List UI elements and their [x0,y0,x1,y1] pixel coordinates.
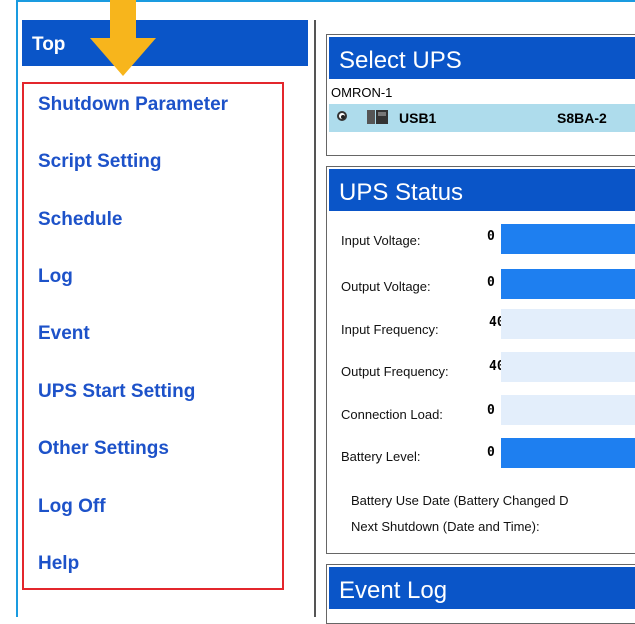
pointer-arrow-icon [90,0,156,76]
status-label-input-voltage: Input Voltage: [341,233,421,248]
ups-device-icon [367,110,388,124]
status-bar-battery-level [501,438,635,468]
status-value-output-voltage: 0 [487,275,495,290]
sidebar-item-log-off[interactable]: Log Off [38,496,106,518]
sidebar-item-script-setting[interactable]: Script Setting [38,151,162,173]
sidebar-item-log[interactable]: Log [38,266,73,288]
sidebar-item-shutdown-parameter[interactable]: Shutdown Parameter [38,94,228,116]
ups-radio-button[interactable] [337,111,347,121]
panel-title: Event Log [329,567,635,609]
ups-list-item[interactable]: USB1 S8BA-2 [329,104,635,132]
sidebar-menu: Shutdown Parameter Script Setting Schedu… [22,82,284,590]
status-label-output-frequency: Output Frequency: [341,364,449,379]
event-log-panel: Event Log [326,564,635,624]
sidebar-item-ups-start-setting[interactable]: UPS Start Setting [38,381,195,403]
status-label-connection-load: Connection Load: [341,407,443,422]
sidebar-item-label: Top [32,34,66,55]
status-label-battery-level: Battery Level: [341,449,421,464]
status-value-connection-load: 0 [487,403,495,418]
ups-group-name: OMRON-1 [331,85,393,100]
status-bar-connection-load [501,395,635,425]
ups-status-panel: UPS Status Input Voltage: 0 Output Volta… [326,166,635,554]
status-bar-input-voltage [501,224,635,254]
sidebar-item-schedule[interactable]: Schedule [38,209,122,231]
sidebar-item-top[interactable]: Top [22,20,308,66]
status-label-input-frequency: Input Frequency: [341,322,439,337]
status-bar-input-frequency [501,309,635,339]
status-value-input-voltage: 0 [487,229,495,244]
ups-model: S8BA-2 [557,110,607,126]
content-divider [314,20,316,617]
status-bar-output-voltage [501,269,635,299]
status-label-output-voltage: Output Voltage: [341,279,431,294]
status-bar-output-frequency [501,352,635,382]
next-shutdown-label: Next Shutdown (Date and Time): [351,519,540,534]
panel-title: UPS Status [329,169,635,211]
ups-connection: USB1 [399,110,437,126]
select-ups-panel: Select UPS OMRON-1 USB1 S8BA-2 [326,34,635,156]
sidebar-item-event[interactable]: Event [38,323,90,345]
sidebar-item-help[interactable]: Help [38,553,79,575]
battery-use-date-label: Battery Use Date (Battery Changed D [351,493,569,508]
status-value-battery-level: 0 [487,445,495,460]
panel-title: Select UPS [329,37,635,79]
sidebar-item-other-settings[interactable]: Other Settings [38,438,169,460]
